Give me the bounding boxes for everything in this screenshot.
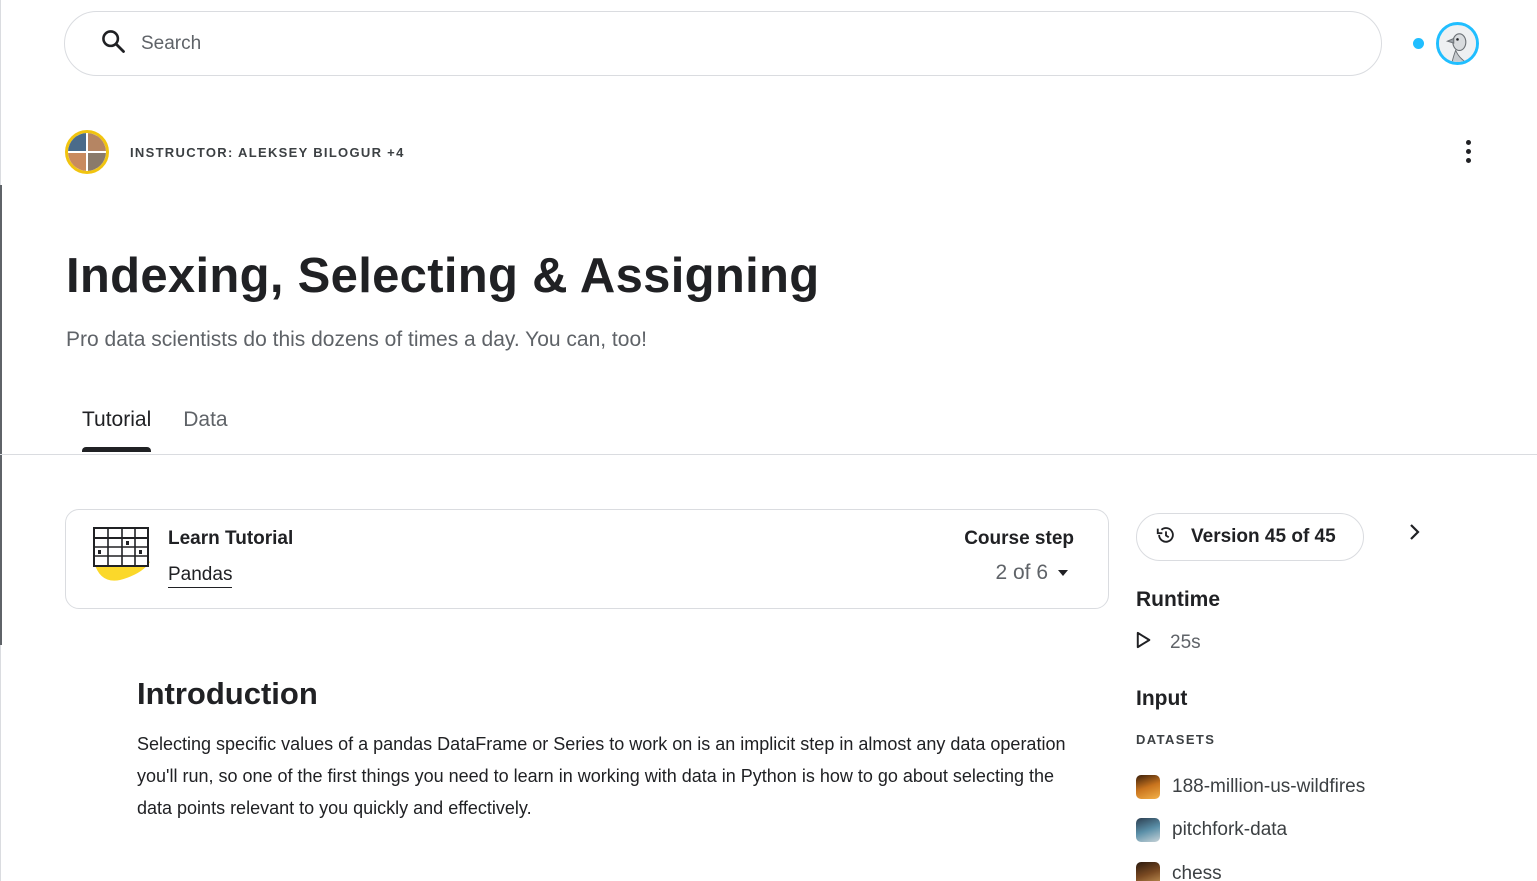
dataset-item[interactable]: chess <box>1136 852 1365 881</box>
tab-tutorial[interactable]: Tutorial <box>66 400 167 452</box>
instructor-avatar <box>68 153 86 171</box>
dataset-thumbnail <box>1136 818 1160 843</box>
course-step-value: 2 of 6 <box>995 561 1048 584</box>
input-heading: Input <box>1136 687 1188 710</box>
course-step-dropdown[interactable]: 2 of 6 <box>995 561 1068 585</box>
section-body: Selecting specific values of a pandas Da… <box>137 734 1066 818</box>
search-input[interactable] <box>141 32 1241 55</box>
instructor-avatar <box>68 133 86 151</box>
caret-down-icon <box>1058 570 1068 576</box>
left-scroll-indicator <box>0 185 2 645</box>
runtime-heading: Runtime <box>1136 588 1220 611</box>
chevron-right-icon[interactable] <box>1402 520 1426 544</box>
course-link[interactable]: Pandas <box>168 564 233 588</box>
tabs-divider <box>0 454 1537 455</box>
instructor-avatar <box>88 153 106 171</box>
play-icon <box>1136 631 1152 654</box>
dataset-list: 188-million-us-wildfires pitchfork-data … <box>1136 765 1365 881</box>
learn-tutorial-label: Learn Tutorial <box>168 528 294 549</box>
tab-bar: Tutorial Data <box>66 400 244 452</box>
page-subtitle: Pro data scientists do this dozens of ti… <box>66 328 647 351</box>
dataset-thumbnail <box>1136 774 1160 799</box>
learn-tutorial-card: Learn Tutorial Pandas Course step 2 of 6 <box>65 509 1109 609</box>
tab-data[interactable]: Data <box>167 400 243 452</box>
version-label: Version 45 of 45 <box>1191 526 1336 547</box>
course-step-label: Course step <box>964 528 1074 549</box>
table-grid-icon <box>90 524 152 586</box>
notification-dot <box>1413 38 1424 49</box>
runtime-row: 25s <box>1136 631 1201 654</box>
user-avatar[interactable] <box>1436 22 1479 65</box>
instructor-avatars[interactable] <box>65 130 109 174</box>
dataset-item[interactable]: pitchfork-data <box>1136 809 1365 853</box>
dataset-item[interactable]: 188-million-us-wildfires <box>1136 765 1365 809</box>
instructor-avatar <box>88 133 106 151</box>
page-title: Indexing, Selecting & Assigning <box>66 249 820 303</box>
version-button[interactable]: Version 45 of 45 <box>1136 513 1364 561</box>
dataset-name: 188-million-us-wildfires <box>1172 775 1366 797</box>
search-bar[interactable] <box>64 11 1382 76</box>
search-icon <box>99 27 127 60</box>
section-heading: Introduction <box>137 676 318 711</box>
more-vert-icon[interactable] <box>1452 135 1484 167</box>
dataset-name: chess <box>1172 862 1222 881</box>
runtime-value: 25s <box>1170 631 1201 653</box>
history-icon <box>1155 524 1177 551</box>
datasets-label: DATASETS <box>1136 732 1216 747</box>
dataset-name: pitchfork-data <box>1172 819 1288 841</box>
instructor-label[interactable]: INSTRUCTOR: ALEKSEY BILOGUR +4 <box>130 145 405 160</box>
dataset-thumbnail <box>1136 861 1160 881</box>
